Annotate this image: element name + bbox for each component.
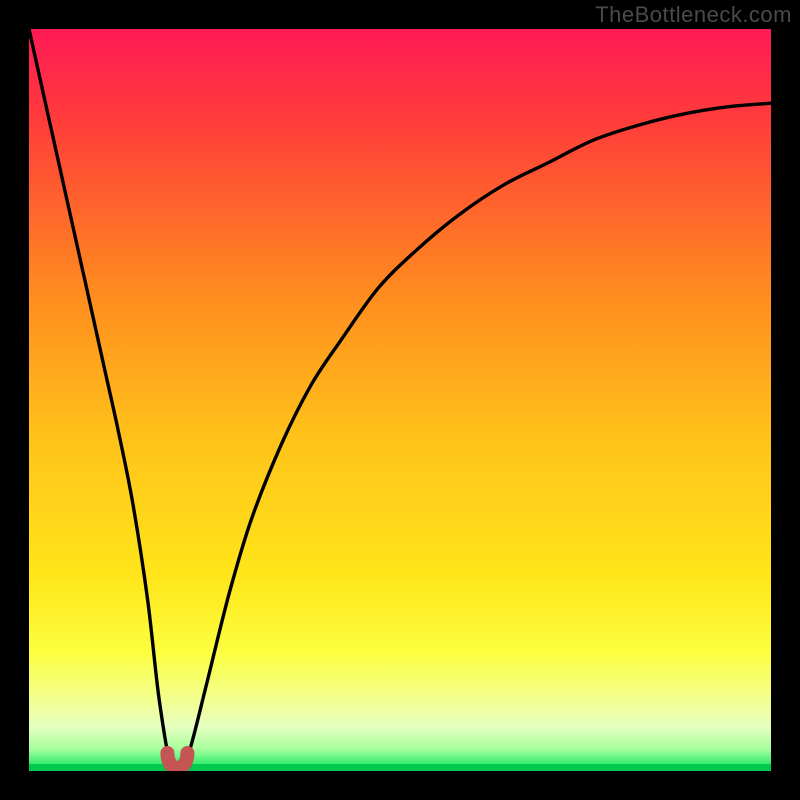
plot-area [29, 29, 771, 771]
attribution-label: TheBottleneck.com [595, 2, 792, 28]
chart-frame: TheBottleneck.com [0, 0, 800, 800]
background-gradient [29, 29, 771, 771]
